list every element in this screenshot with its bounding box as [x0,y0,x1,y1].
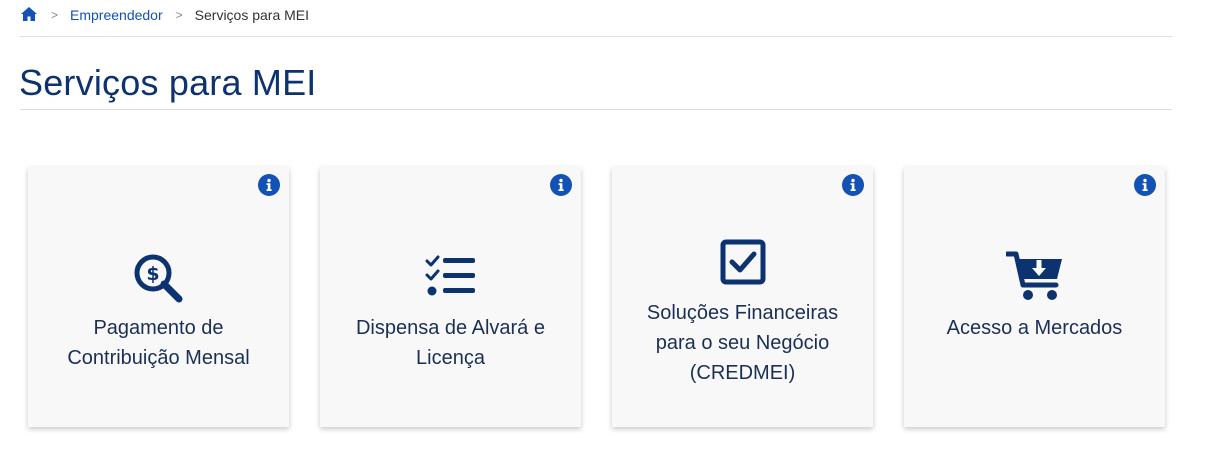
svg-text:$: $ [146,263,159,285]
checkbox-icon [720,239,766,290]
checklist-icon [425,255,477,304]
breadcrumb-separator: > [51,8,59,22]
card-pagamento-contribuicao[interactable]: $ Pagamento de Contribuição Mensal [28,167,289,427]
breadcrumb-link-empreendedor[interactable]: Empreendedor [70,7,163,23]
card-label: Dispensa de Alvará e Licença [355,317,545,369]
card-label: Acesso a Mercados [946,317,1123,339]
info-icon[interactable] [550,174,572,196]
card-credmei[interactable]: Soluções Financeiras para o seu Negócio … [612,167,873,427]
page-title: Serviços para MEI [19,62,317,103]
info-icon[interactable] [842,174,864,196]
info-icon[interactable] [1134,174,1156,196]
service-cards: $ Pagamento de Contribuição Mensal Dispe… [28,167,1165,427]
divider [20,36,1172,37]
breadcrumb-current: Serviços para MEI [194,7,310,23]
breadcrumb: > Empreendedor > Serviços para MEI [20,4,309,26]
divider [20,109,1172,110]
card-label: Soluções Financeiras para o seu Negócio … [646,302,839,384]
info-icon[interactable] [258,174,280,196]
breadcrumb-separator: > [175,8,183,22]
page: > Empreendedor > Serviços para MEI Servi… [0,0,1206,455]
card-acesso-mercados[interactable]: Acesso a Mercados [904,167,1165,427]
home-icon[interactable] [20,6,38,24]
card-dispensa-alvara[interactable]: Dispensa de Alvará e Licença [320,167,581,427]
card-label: Pagamento de Contribuição Mensal [67,317,250,369]
dollar-search-icon: $ [133,253,185,310]
cart-download-icon [1004,251,1064,308]
